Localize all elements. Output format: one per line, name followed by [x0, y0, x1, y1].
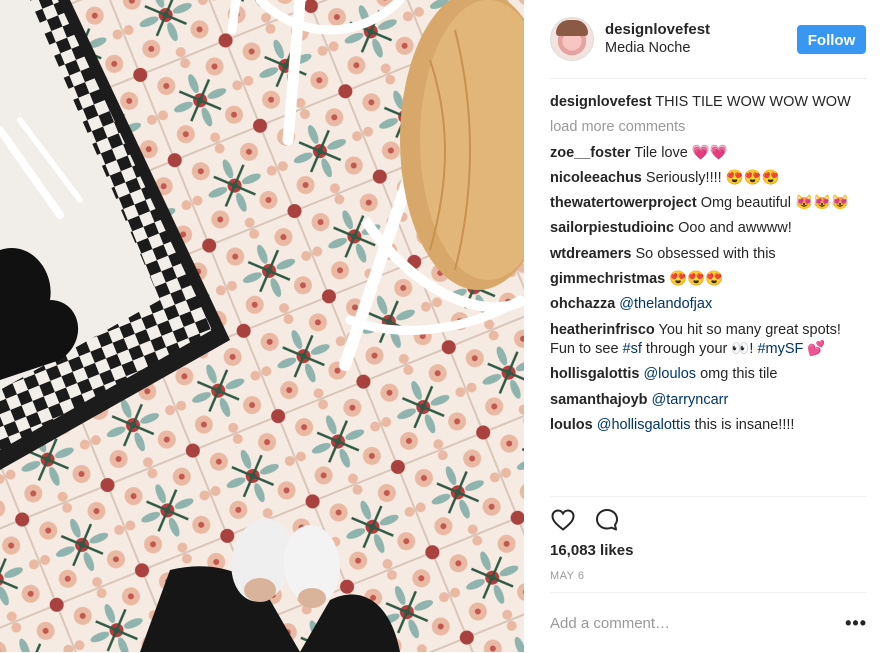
comment-hashtag[interactable]: #mySF [757, 341, 803, 357]
post-photo[interactable] [0, 0, 524, 652]
comment-text: Tile love 💗💗 [634, 144, 728, 161]
likes-count[interactable]: 16,083 likes [550, 541, 889, 561]
comment-text: 😍😍😍 [669, 270, 724, 287]
caption-username[interactable]: designlovefest [550, 94, 652, 110]
add-comment-input[interactable]: Add a comment… [550, 615, 845, 632]
comment-username[interactable]: samanthajoyb [550, 392, 648, 408]
caption: designlovefest THIS TILE WOW WOW WOW [550, 93, 867, 113]
heart-icon[interactable] [550, 507, 576, 533]
comment-username[interactable]: wtdreamers [550, 246, 631, 262]
comment-text: Seriously!!!! 😍😍😍 [645, 169, 780, 186]
comment-text: Ooo and awwww! [678, 220, 792, 237]
comment-text: So obsessed with this [635, 245, 776, 262]
comment-text: omg this tile [696, 366, 778, 383]
comment-item: gimmechristmas 😍😍😍 [550, 270, 867, 290]
comment-item: wtdreamers So obsessed with this [550, 245, 867, 265]
load-more-comments-link[interactable]: load more comments [550, 118, 867, 138]
caption-text: THIS TILE WOW WOW WOW [655, 94, 851, 110]
tile-floor-image [0, 0, 524, 652]
comment-username[interactable]: thewatertowerproject [550, 195, 697, 211]
comment-item: zoe__foster Tile love 💗💗 [550, 144, 867, 164]
post-actions [550, 497, 889, 543]
comments-list: designlovefest THIS TILE WOW WOW WOW loa… [550, 79, 867, 497]
comment-username[interactable]: ohchazza [550, 296, 615, 312]
header-username[interactable]: designlovefest [605, 20, 797, 39]
add-comment-bar: Add a comment… ••• [550, 592, 867, 653]
comment-mention[interactable]: @thelandofjax [619, 296, 712, 312]
comment-item: ohchazza @thelandofjax [550, 295, 867, 315]
comment-text: this is insane!!!! [690, 416, 795, 433]
comment-item: samanthajoyb @tarryncarr [550, 391, 867, 411]
post-date[interactable]: MAY 6 [550, 570, 889, 582]
comment-mention[interactable]: @loulos [643, 366, 696, 382]
post-header: designlovefest Media Noche Follow [550, 0, 867, 79]
post-side-panel: designlovefest Media Noche Follow design… [524, 0, 889, 652]
comment-bubble-icon[interactable] [594, 507, 620, 533]
comment-item: thewatertowerproject Omg beautiful 😻😻😻 [550, 194, 867, 214]
comment-item: heatherinfrisco You hit so many great sp… [550, 321, 867, 360]
comment-username[interactable]: hollisgalottis [550, 366, 639, 382]
comment-item: hollisgalottis @loulos omg this tile [550, 365, 867, 385]
comment-mention[interactable]: @hollisgalottis [597, 417, 691, 433]
comment-username[interactable]: heatherinfrisco [550, 322, 655, 338]
comment-username[interactable]: sailorpiestudioinc [550, 220, 674, 236]
comment-username[interactable]: nicoleeachus [550, 170, 642, 186]
comment-text: 💕 [803, 341, 826, 358]
comment-text: through your 👀! [641, 341, 758, 358]
instagram-post: designlovefest Media Noche Follow design… [0, 0, 889, 652]
comment-username[interactable]: loulos [550, 417, 593, 433]
comment-text: Omg beautiful 😻😻😻 [700, 195, 850, 212]
user-avatar[interactable] [550, 17, 594, 61]
header-location[interactable]: Media Noche [605, 39, 797, 58]
comment-item: sailorpiestudioinc Ooo and awwww! [550, 219, 867, 239]
follow-button[interactable]: Follow [797, 24, 866, 54]
comment-item: nicoleeachus Seriously!!!! 😍😍😍 [550, 169, 867, 189]
comment-hashtag[interactable]: #sf [623, 341, 642, 357]
comment-mention[interactable]: @tarryncarr [652, 392, 729, 408]
comment-username[interactable]: gimmechristmas [550, 271, 665, 287]
more-options-icon[interactable]: ••• [845, 613, 867, 634]
comment-username[interactable]: zoe__foster [550, 145, 631, 161]
comment-item: loulos @hollisgalottis this is insane!!!… [550, 416, 867, 436]
